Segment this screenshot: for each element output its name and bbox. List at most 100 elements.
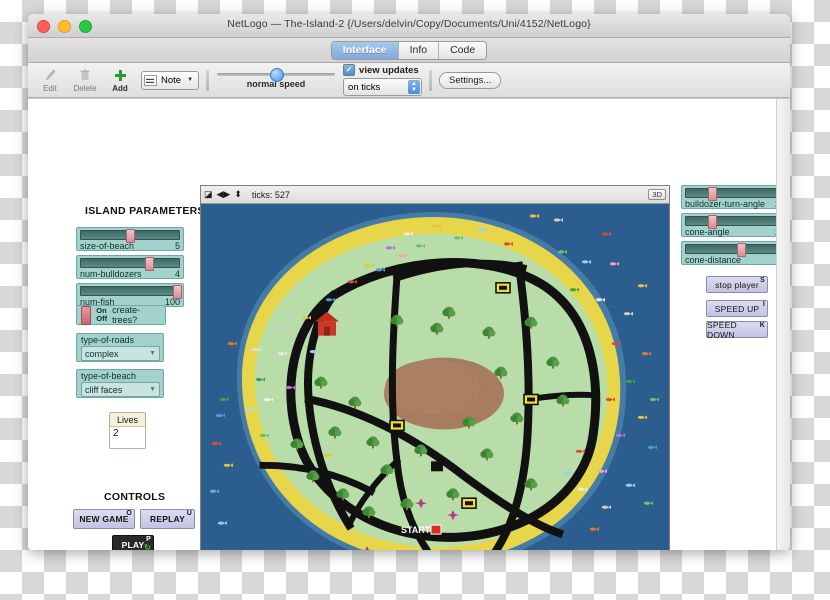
- edit-button[interactable]: Edit: [36, 68, 64, 93]
- tab-code[interactable]: Code: [439, 41, 487, 59]
- view-3d-button[interactable]: 3D: [648, 189, 666, 200]
- pencil-icon: [45, 68, 56, 83]
- chooser-value-box[interactable]: cliff faces ▼: [81, 382, 160, 397]
- switch-label: create-trees?: [112, 305, 141, 325]
- update-mode-value: on ticks: [348, 81, 381, 93]
- chevron-down-icon: ▼: [149, 350, 156, 357]
- switch-lever[interactable]: [81, 305, 92, 325]
- slider-knob[interactable]: [173, 285, 183, 299]
- slider-num-bulldozers[interactable]: num-bulldozers 4: [76, 255, 184, 279]
- button-label: NEW GAME: [79, 514, 129, 524]
- button-new-game[interactable]: NEW GAME O: [73, 509, 135, 529]
- svg-text:START: START: [401, 525, 431, 535]
- slider-label: cone-distance: [685, 255, 742, 265]
- button-speed-down[interactable]: SPEED DOWN K: [706, 320, 768, 340]
- button-replay[interactable]: REPLAY U: [140, 509, 195, 529]
- netlogo-window: NetLogo — The-Island-2 {/Users/delvin/Co…: [28, 14, 790, 550]
- add-button[interactable]: Add: [106, 68, 134, 93]
- view-updates-checkbox[interactable]: ✓: [343, 64, 356, 76]
- chooser-value-box[interactable]: complex ▼: [81, 346, 160, 361]
- speed-slider-knob[interactable]: [270, 68, 285, 82]
- title-bar: NetLogo — The-Island-2 {/Users/delvin/Co…: [28, 14, 790, 38]
- widget-type-select[interactable]: ▬▬ ▬▬ Note ▼: [141, 70, 200, 90]
- vertical-scrollbar[interactable]: [776, 99, 790, 550]
- ticks-counter: ticks: 527: [251, 189, 290, 200]
- button-label: PLAY: [121, 539, 145, 550]
- chooser-value: complex: [85, 348, 119, 359]
- tab-info[interactable]: Info: [398, 41, 440, 59]
- slider-track[interactable]: [80, 285, 183, 299]
- vertical-arrows-icon[interactable]: ⬍: [234, 189, 242, 200]
- slider-track[interactable]: [80, 257, 180, 271]
- add-label: Add: [112, 83, 128, 93]
- button-shortcut: O: [126, 510, 132, 517]
- slider-track[interactable]: [80, 229, 180, 243]
- slider-label: num-bulldozers: [80, 269, 142, 279]
- button-label: REPLAY: [150, 514, 185, 524]
- slider-knob[interactable]: [736, 243, 746, 257]
- button-label: stop player: [715, 279, 759, 290]
- slider-knob[interactable]: [144, 257, 154, 271]
- note-widget-icon: ▬▬ ▬▬: [144, 74, 157, 86]
- monitor-value: 2: [110, 426, 145, 448]
- monitor-lives: Lives 2: [109, 412, 146, 449]
- monitor-label: Lives: [116, 415, 138, 425]
- slider-value: 5: [174, 241, 180, 251]
- slider-label: bulldozer-turn-angle: [685, 199, 766, 209]
- chooser-type-of-roads[interactable]: type-of-roads complex ▼: [76, 333, 164, 362]
- slider-knob[interactable]: [126, 229, 136, 243]
- slider-cone-angle[interactable]: cone-angle20: [681, 213, 776, 237]
- trash-icon: [80, 68, 90, 83]
- toolbar: Edit Delete Add ▬▬ ▬▬ Note ▼ normal speed: [28, 63, 790, 98]
- widget-type-value: Note: [161, 74, 182, 86]
- slider-track[interactable]: [685, 215, 776, 229]
- chooser-value: cliff faces: [85, 384, 123, 395]
- tab-interface[interactable]: Interface: [331, 41, 399, 59]
- chooser-type-of-beach[interactable]: type-of-beach cliff faces ▼: [76, 369, 164, 398]
- speed-slider-track[interactable]: [217, 68, 336, 82]
- update-mode-select[interactable]: on ticks ▲ ▼: [343, 78, 423, 96]
- button-play[interactable]: PLAY P ↻: [112, 535, 154, 550]
- button-shortcut: S: [760, 277, 765, 284]
- button-stop-player[interactable]: stop player S: [706, 276, 768, 293]
- settings-button[interactable]: Settings...: [439, 71, 502, 89]
- chooser-label: type-of-beach: [81, 371, 137, 381]
- bulldozer: [389, 419, 405, 432]
- slider-track[interactable]: [685, 243, 776, 257]
- resize-icon[interactable]: ◪: [204, 189, 213, 200]
- view-updates-label: view updates: [359, 64, 419, 76]
- delete-button[interactable]: Delete: [71, 68, 99, 93]
- button-shortcut: I: [762, 301, 765, 308]
- bulldozer: [495, 281, 511, 294]
- world-view[interactable]: ◪ ◀▶ ⬍ ticks: 527 3D START: [200, 185, 670, 550]
- widget-pane: ISLAND PARAMETERS size-of-beach 5 num-bul…: [28, 99, 776, 550]
- view-toolbar: ◪ ◀▶ ⬍ ticks: 527 3D: [201, 186, 669, 204]
- horizontal-arrows-icon[interactable]: ◀▶: [217, 189, 231, 200]
- plus-icon: [114, 68, 127, 83]
- slider-track[interactable]: [685, 187, 776, 201]
- bulldozer: [461, 497, 477, 509]
- tab-strip: Interface Info Code: [28, 38, 790, 63]
- slider-size-of-beach[interactable]: size-of-beach 5: [76, 227, 184, 251]
- stepper-icon[interactable]: ▲ ▼: [408, 80, 421, 94]
- controls-title: CONTROLS: [104, 491, 166, 503]
- switch-create-trees[interactable]: On Off create-trees?: [76, 305, 166, 325]
- switch-states: On Off: [96, 307, 107, 323]
- button-speed-up[interactable]: SPEED UP I: [706, 300, 768, 317]
- slider-knob[interactable]: [707, 215, 717, 229]
- slider-cone-distance[interactable]: cone-distance5: [681, 241, 776, 265]
- button-shortcut: U: [186, 510, 192, 517]
- delete-label: Delete: [73, 83, 97, 93]
- slider-bulldozer-turn-angle[interactable]: bulldozer-turn-angle20: [681, 185, 776, 209]
- slider-num-fish[interactable]: num-fish 100: [76, 283, 184, 307]
- toolbar-divider-1: [206, 69, 210, 91]
- speed-slider[interactable]: normal speed: [216, 68, 336, 89]
- forever-loop-icon: ↻: [144, 543, 151, 550]
- toolbar-divider-2: [429, 69, 433, 91]
- world-canvas[interactable]: START: [201, 204, 669, 550]
- interface-canvas: ISLAND PARAMETERS size-of-beach 5 num-bul…: [28, 98, 790, 550]
- start-marker: START: [401, 524, 442, 535]
- window-title: NetLogo — The-Island-2 {/Users/delvin/Co…: [227, 18, 591, 30]
- view-updates-group: ✓ view updates on ticks ▲ ▼: [343, 64, 423, 96]
- slider-knob[interactable]: [707, 187, 717, 201]
